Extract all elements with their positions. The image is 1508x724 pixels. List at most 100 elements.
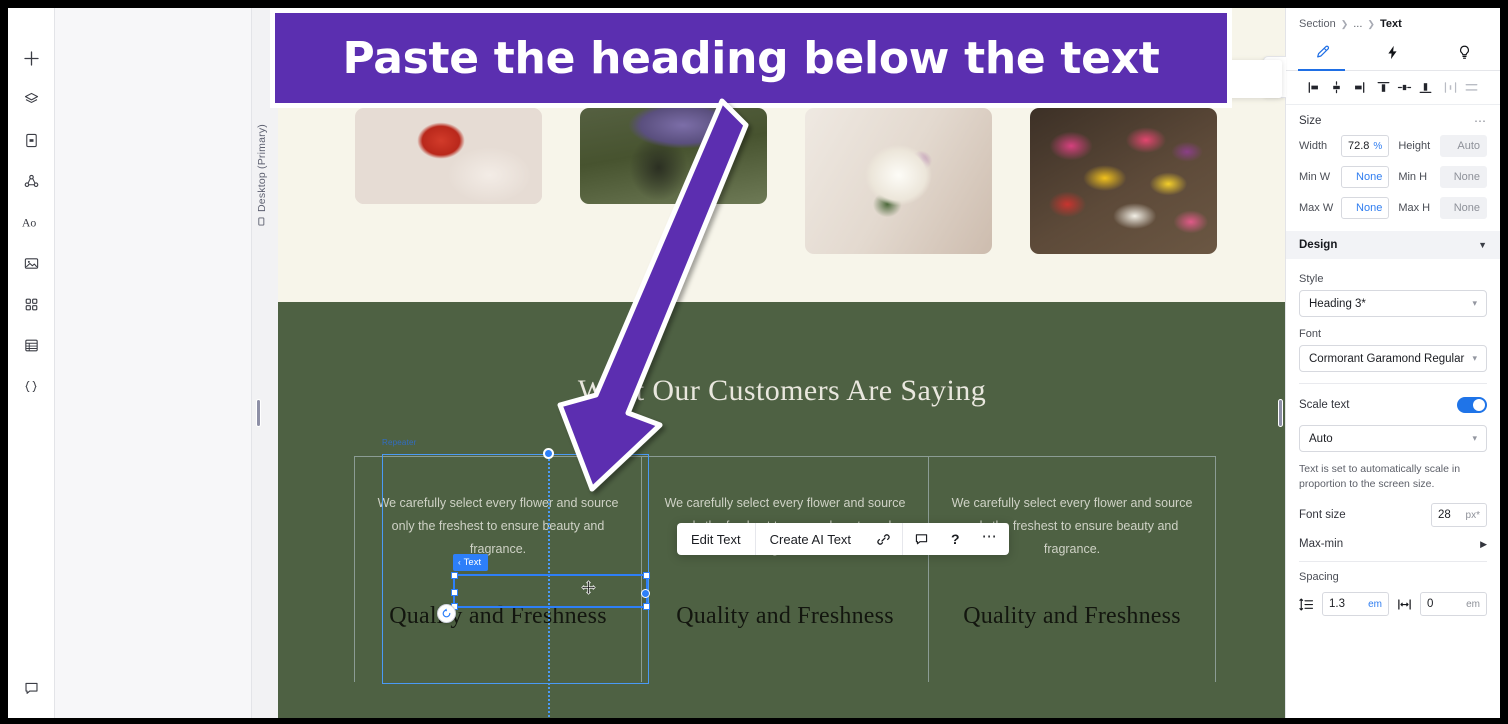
tab-insights[interactable] <box>1429 37 1500 70</box>
breadcrumb-current: Text <box>1379 18 1402 30</box>
spacing-fields: 1.3 em 0 em <box>1299 592 1487 617</box>
site-structure-icon[interactable] <box>15 165 47 197</box>
design-section-header[interactable]: Design ▼ <box>1286 231 1500 259</box>
distribute-horizontal-icon[interactable] <box>1440 77 1460 99</box>
breadcrumb-middle[interactable]: ... <box>1353 18 1362 30</box>
style-select[interactable]: Heading 3* ▾ <box>1299 290 1487 317</box>
comments-icon[interactable] <box>15 672 47 704</box>
canvas-resize-handle-right[interactable] <box>1278 399 1283 427</box>
font-size-input[interactable]: 28 px* <box>1431 503 1487 528</box>
min-width-input[interactable]: None <box>1341 166 1390 188</box>
width-label: Width <box>1299 140 1328 152</box>
font-select[interactable]: Cormorant Garamond Regular ▾ <box>1299 345 1487 372</box>
resize-handle-tr[interactable] <box>643 572 650 579</box>
comment-icon[interactable] <box>903 523 940 555</box>
help-icon[interactable]: ? <box>940 523 971 555</box>
align-middle-icon[interactable] <box>1394 77 1414 99</box>
distribute-vertical-icon[interactable] <box>1461 77 1481 99</box>
alignment-toolbar <box>1286 71 1500 105</box>
align-left-icon[interactable] <box>1305 77 1325 99</box>
selected-element-tag[interactable]: ‹ Text <box>453 554 489 571</box>
testimonials-section[interactable]: What Our Customers Are Saying We careful… <box>278 302 1286 718</box>
screenshot-border-top <box>0 0 1508 8</box>
viewport-size-text: Desktop (Primary) <box>256 124 268 212</box>
inspector-tabs <box>1286 37 1500 71</box>
letter-spacing-input[interactable]: 0 em <box>1420 592 1487 617</box>
scale-mode-select[interactable]: Auto ▾ <box>1299 425 1487 452</box>
max-min-row[interactable]: Max-min ▶ <box>1299 538 1487 550</box>
rotate-handle[interactable] <box>437 604 456 623</box>
lightbulb-icon <box>1456 44 1473 64</box>
text-icon[interactable]: Ao <box>15 206 47 238</box>
align-bottom-icon[interactable] <box>1415 77 1435 99</box>
link-icon[interactable] <box>865 523 902 555</box>
tab-design[interactable] <box>1286 37 1357 71</box>
line-height-unit: em <box>1368 598 1382 610</box>
gallery-image-1[interactable] <box>355 108 542 204</box>
apps-icon[interactable] <box>15 288 47 320</box>
resize-handle-br[interactable] <box>643 603 650 610</box>
max-min-label: Max-min <box>1299 538 1344 551</box>
element-context-toolbar[interactable]: Edit Text Create AI Text ? ⋯ <box>677 523 1009 555</box>
breadcrumb[interactable]: Section ❯ ... ❯ Text <box>1286 11 1500 37</box>
gallery-image-4[interactable] <box>1030 108 1217 254</box>
width-field: Width 72.8 % <box>1299 135 1390 157</box>
width-input[interactable]: 72.8 % <box>1341 135 1390 157</box>
align-top-icon[interactable] <box>1373 77 1393 99</box>
screenshot-border-bottom <box>0 718 1508 724</box>
canvas-resize-handle-left[interactable] <box>256 399 261 427</box>
create-ai-text-button[interactable]: Create AI Text <box>756 523 865 555</box>
line-height-value: 1.3 <box>1329 598 1345 611</box>
media-icon[interactable] <box>15 247 47 279</box>
resize-handle-tl[interactable] <box>451 572 458 579</box>
breadcrumb-sep-icon: ❯ <box>1367 18 1375 29</box>
sections-icon[interactable] <box>15 124 47 156</box>
testimonial-card-1[interactable]: We carefully select every flower and sou… <box>354 456 641 682</box>
brush-icon <box>1313 44 1330 64</box>
height-input[interactable]: Auto <box>1440 135 1487 157</box>
screenshot-border-right <box>1500 0 1508 724</box>
screenshot-border-left <box>0 0 8 724</box>
min-width-value: None <box>1356 171 1383 183</box>
photo-gallery <box>355 108 1217 258</box>
tab-interactions[interactable] <box>1357 37 1428 70</box>
section-divider <box>1299 383 1487 384</box>
min-height-input[interactable]: None <box>1440 166 1487 188</box>
max-height-input[interactable]: None <box>1440 197 1487 219</box>
canvas-viewport[interactable]: Desktop (Primary) What Our Customers Are… <box>251 8 1286 718</box>
chevron-down-icon[interactable]: ▼ <box>1478 240 1487 250</box>
testimonial-title[interactable]: Quality and Freshness <box>929 603 1215 630</box>
more-icon[interactable]: ⋯ <box>971 523 1009 555</box>
resize-handle-l[interactable] <box>451 589 458 596</box>
letter-spacing-icon <box>1397 597 1412 612</box>
layers-icon[interactable] <box>15 83 47 115</box>
app-root: Ao Desktop (Primary) What Our Customers … <box>0 0 1508 724</box>
min-width-field: Min W None <box>1299 166 1390 188</box>
add-icon[interactable] <box>15 42 47 74</box>
selection-top-handle[interactable] <box>543 448 554 459</box>
testimonial-card-3[interactable]: We carefully select every flower and sou… <box>928 456 1216 682</box>
size-more-icon[interactable]: ⋯ <box>1474 114 1487 128</box>
size-section-title: Size <box>1299 115 1322 127</box>
scale-text-toggle[interactable] <box>1457 397 1487 413</box>
cms-icon[interactable] <box>15 329 47 361</box>
scale-text-label: Scale text <box>1299 399 1350 411</box>
testimonial-title[interactable]: Quality and Freshness <box>642 603 928 630</box>
gallery-image-3[interactable] <box>805 108 992 254</box>
resize-handle-r[interactable] <box>641 589 650 598</box>
gallery-image-2[interactable] <box>580 108 767 204</box>
align-center-horizontal-icon[interactable] <box>1326 77 1346 99</box>
code-icon[interactable] <box>15 370 47 402</box>
align-right-icon[interactable] <box>1347 77 1367 99</box>
line-height-icon <box>1299 597 1314 612</box>
max-width-input[interactable]: None <box>1341 197 1390 219</box>
page-surface[interactable]: What Our Customers Are Saying We careful… <box>278 8 1286 718</box>
width-unit: % <box>1373 140 1383 152</box>
viewport-size-label: Desktop (Primary) <box>256 124 268 226</box>
min-height-field: Min H None <box>1398 166 1487 188</box>
line-height-input[interactable]: 1.3 em <box>1322 592 1389 617</box>
breadcrumb-root[interactable]: Section <box>1299 18 1336 30</box>
scale-mode-value: Auto <box>1309 432 1333 445</box>
edit-text-button[interactable]: Edit Text <box>677 523 755 555</box>
testimonial-card-2[interactable]: We carefully select every flower and sou… <box>641 456 928 682</box>
